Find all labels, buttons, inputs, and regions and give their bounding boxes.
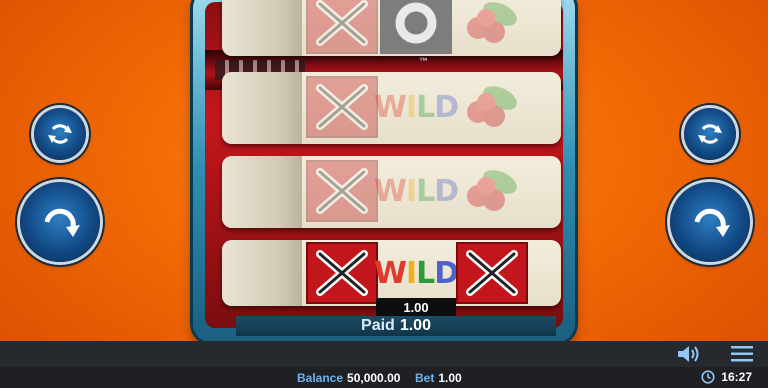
o-symbol <box>380 0 452 54</box>
balance-value: 50,000.00 <box>347 371 401 385</box>
autoplay-icon <box>698 124 722 144</box>
paid-display: Paid 1.00 <box>236 316 556 336</box>
spin-icon <box>44 208 80 237</box>
spin-button-right[interactable] <box>670 182 750 262</box>
wild-symbol: WILD <box>374 242 459 304</box>
x-symbol <box>456 242 528 304</box>
cherries-symbol <box>456 0 528 54</box>
autoplay-button-left[interactable] <box>34 108 86 160</box>
bet-display: Bet 1.00 <box>415 371 462 385</box>
clock-display: 16:27 <box>701 370 752 384</box>
clock-time: 16:27 <box>721 370 752 384</box>
trademark-mark: ™ <box>419 56 428 66</box>
ticket-curl <box>222 0 302 56</box>
cherries-symbol <box>456 160 528 222</box>
bet-value: 1.00 <box>438 371 462 385</box>
x-symbol <box>306 160 378 222</box>
cherries-symbol <box>456 76 528 138</box>
clock-icon <box>701 370 715 384</box>
ticket-row-1 <box>222 0 561 56</box>
bet-label: Bet <box>415 371 435 385</box>
autoplay-button-right[interactable] <box>684 108 736 160</box>
line-win-amount: 1.00 <box>376 298 456 316</box>
ticket-curl <box>222 240 302 306</box>
x-symbol <box>306 0 378 54</box>
ticket-row-2: WILD <box>222 72 561 144</box>
paid-value: 1.00 <box>399 317 431 334</box>
balance-label: Balance <box>297 371 344 385</box>
wild-label: WILD <box>373 89 459 125</box>
menu-button[interactable] <box>730 344 754 364</box>
hamburger-menu-icon <box>731 346 753 362</box>
ticket-curl <box>222 156 302 228</box>
sound-button[interactable] <box>676 343 700 365</box>
spin-icon <box>694 208 730 237</box>
wild-symbol: WILD <box>374 160 459 222</box>
x-symbol <box>306 242 378 304</box>
wild-label: WILD <box>373 173 459 209</box>
footer-toolbar <box>0 341 768 367</box>
paid-label: Paid <box>361 317 395 334</box>
balance-display: Balance 50,000.00 <box>297 371 400 385</box>
ticket-row-4-winning: WILD <box>222 240 561 306</box>
wild-symbol: WILD <box>374 76 459 138</box>
x-symbol <box>306 76 378 138</box>
ticket-curl <box>222 72 302 144</box>
speaker-icon <box>678 346 699 362</box>
footer-bar: Balance 50,000.00 Bet 1.00 16:27 <box>0 341 768 388</box>
spin-button-left[interactable] <box>20 182 100 262</box>
wild-label: WILD <box>373 255 459 291</box>
autoplay-icon <box>48 124 72 144</box>
ticket-row-3: WILD <box>222 156 561 228</box>
